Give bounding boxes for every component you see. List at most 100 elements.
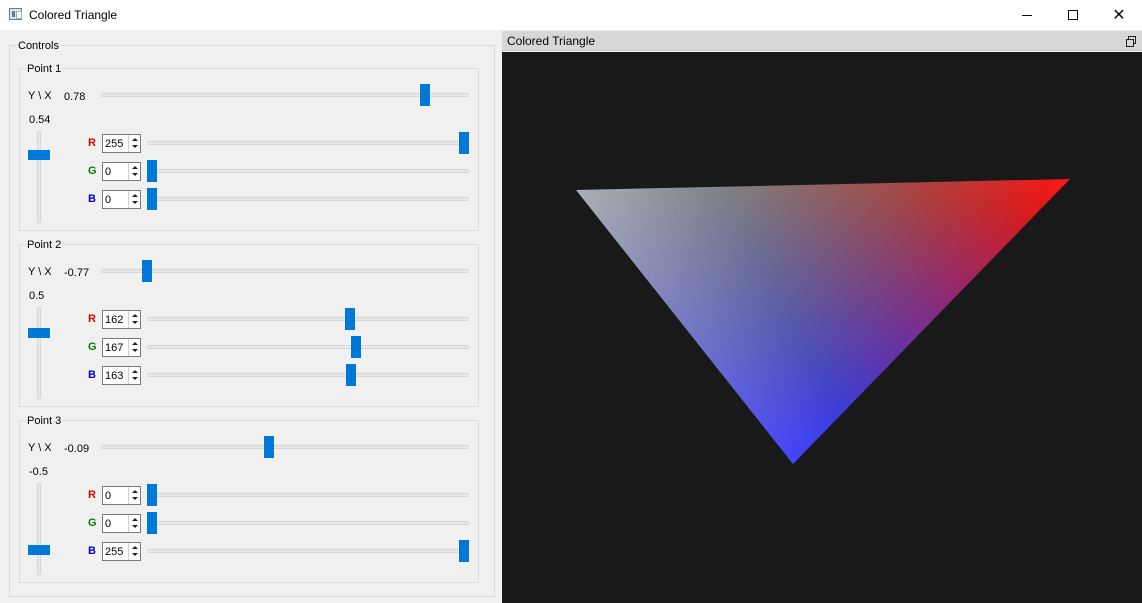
channel-slider-track[interactable] bbox=[147, 317, 469, 321]
spinbox-arrows[interactable] bbox=[128, 311, 140, 328]
window-title: Colored Triangle bbox=[29, 8, 118, 22]
x-slider-track[interactable] bbox=[101, 269, 469, 273]
channel-label: B bbox=[88, 545, 96, 557]
x-slider-track[interactable] bbox=[101, 93, 469, 97]
channel-spinbox-value[interactable]: 0 bbox=[105, 166, 111, 178]
triangle-svg bbox=[576, 179, 1070, 464]
y-slider-track[interactable] bbox=[37, 483, 41, 575]
channel-spinbox[interactable]: 255 bbox=[102, 134, 141, 153]
channel-slider-handle[interactable] bbox=[459, 540, 469, 562]
channel-spinbox-value[interactable]: 162 bbox=[105, 314, 123, 326]
y-value: 0.54 bbox=[29, 114, 51, 126]
channel-slider-track[interactable] bbox=[147, 521, 469, 525]
channel-slider-handle[interactable] bbox=[346, 364, 357, 386]
spinbox-arrows[interactable] bbox=[128, 543, 140, 560]
point-title: Point 2 bbox=[26, 239, 63, 251]
spinbox-arrows[interactable] bbox=[128, 367, 140, 384]
arrow-up-icon[interactable] bbox=[132, 490, 138, 493]
render-panel-header: Colored Triangle bbox=[502, 31, 1142, 51]
arrow-up-icon[interactable] bbox=[132, 546, 138, 549]
y-slider-track[interactable] bbox=[37, 307, 41, 399]
channel-spinbox[interactable]: 162 bbox=[102, 310, 141, 329]
channel-spinbox[interactable]: 163 bbox=[102, 366, 141, 385]
x-slider-track[interactable] bbox=[101, 445, 469, 449]
arrow-down-icon[interactable] bbox=[132, 553, 138, 556]
arrow-down-icon[interactable] bbox=[132, 173, 138, 176]
arrow-up-icon[interactable] bbox=[132, 518, 138, 521]
channel-label: G bbox=[88, 517, 97, 529]
channel-label: R bbox=[88, 137, 96, 149]
channel-slider-track[interactable] bbox=[147, 169, 469, 173]
x-value: -0.77 bbox=[64, 267, 90, 279]
channel-spinbox-value[interactable]: 163 bbox=[105, 370, 123, 382]
channel-spinbox-value[interactable]: 0 bbox=[105, 490, 111, 502]
channel-spinbox[interactable]: 0 bbox=[102, 514, 141, 533]
arrow-up-icon[interactable] bbox=[132, 314, 138, 317]
channel-slider-handle[interactable] bbox=[147, 512, 157, 534]
channel-label: G bbox=[88, 165, 97, 177]
x-value: 0.78 bbox=[64, 91, 86, 103]
arrow-down-icon[interactable] bbox=[132, 201, 138, 204]
y-slider-handle[interactable] bbox=[28, 544, 50, 555]
channel-slider-track[interactable] bbox=[147, 493, 469, 497]
controls-title: Controls bbox=[17, 40, 60, 52]
x-slider-handle[interactable] bbox=[419, 84, 430, 106]
channel-slider-handle[interactable] bbox=[345, 308, 356, 330]
channel-slider-handle[interactable] bbox=[147, 188, 157, 210]
channel-slider-handle[interactable] bbox=[459, 132, 469, 154]
arrow-down-icon[interactable] bbox=[132, 145, 138, 148]
channel-spinbox[interactable]: 255 bbox=[102, 542, 141, 561]
channel-slider-track[interactable] bbox=[147, 141, 469, 145]
channel-spinbox-value[interactable]: 0 bbox=[105, 194, 111, 206]
arrow-up-icon[interactable] bbox=[132, 370, 138, 373]
maximize-button[interactable] bbox=[1050, 0, 1096, 30]
arrow-up-icon[interactable] bbox=[132, 194, 138, 197]
x-value: -0.09 bbox=[64, 443, 90, 455]
y-slider-track[interactable] bbox=[37, 131, 41, 223]
minimize-button[interactable] bbox=[1004, 0, 1050, 30]
channel-slider-track[interactable] bbox=[147, 345, 469, 349]
title-bar: Colored Triangle ✕ bbox=[0, 0, 1142, 30]
channel-slider-handle[interactable] bbox=[351, 336, 362, 358]
arrow-up-icon[interactable] bbox=[132, 166, 138, 169]
spinbox-arrows[interactable] bbox=[128, 339, 140, 356]
arrow-down-icon[interactable] bbox=[132, 321, 138, 324]
spinbox-arrows[interactable] bbox=[128, 163, 140, 180]
channel-spinbox[interactable]: 0 bbox=[102, 486, 141, 505]
channel-slider-track[interactable] bbox=[147, 373, 469, 377]
spinbox-arrows[interactable] bbox=[128, 191, 140, 208]
close-button[interactable]: ✕ bbox=[1096, 0, 1142, 30]
arrow-up-icon[interactable] bbox=[132, 342, 138, 345]
y-slider-handle[interactable] bbox=[28, 327, 50, 338]
spinbox-arrows[interactable] bbox=[128, 487, 140, 504]
channel-spinbox[interactable]: 167 bbox=[102, 338, 141, 357]
spinbox-arrows[interactable] bbox=[128, 135, 140, 152]
channel-slider-handle[interactable] bbox=[147, 160, 157, 182]
arrow-down-icon[interactable] bbox=[132, 377, 138, 380]
channel-spinbox-value[interactable]: 255 bbox=[105, 546, 123, 558]
point-title: Point 3 bbox=[26, 415, 63, 427]
channel-spinbox[interactable]: 0 bbox=[102, 190, 141, 209]
channel-spinbox-value[interactable]: 167 bbox=[105, 342, 123, 354]
arrow-down-icon[interactable] bbox=[132, 525, 138, 528]
yx-label: Y \ X bbox=[28, 442, 52, 454]
channel-slider-handle[interactable] bbox=[147, 484, 157, 506]
arrow-up-icon[interactable] bbox=[132, 138, 138, 141]
channel-slider-track[interactable] bbox=[147, 549, 469, 553]
channel-spinbox[interactable]: 0 bbox=[102, 162, 141, 181]
channel-label: B bbox=[88, 193, 96, 205]
render-canvas[interactable] bbox=[502, 52, 1142, 603]
x-slider-handle[interactable] bbox=[142, 260, 153, 282]
restore-icon[interactable] bbox=[1126, 36, 1136, 47]
spinbox-arrows[interactable] bbox=[128, 515, 140, 532]
arrow-down-icon[interactable] bbox=[132, 349, 138, 352]
y-slider-handle[interactable] bbox=[28, 149, 50, 160]
channel-spinbox-value[interactable]: 0 bbox=[105, 518, 111, 530]
arrow-down-icon[interactable] bbox=[132, 497, 138, 500]
channel-label: G bbox=[88, 341, 97, 353]
yx-label: Y \ X bbox=[28, 266, 52, 278]
channel-slider-track[interactable] bbox=[147, 197, 469, 201]
channel-spinbox-value[interactable]: 255 bbox=[105, 138, 123, 150]
maximize-icon bbox=[1068, 10, 1078, 20]
x-slider-handle[interactable] bbox=[263, 436, 274, 458]
